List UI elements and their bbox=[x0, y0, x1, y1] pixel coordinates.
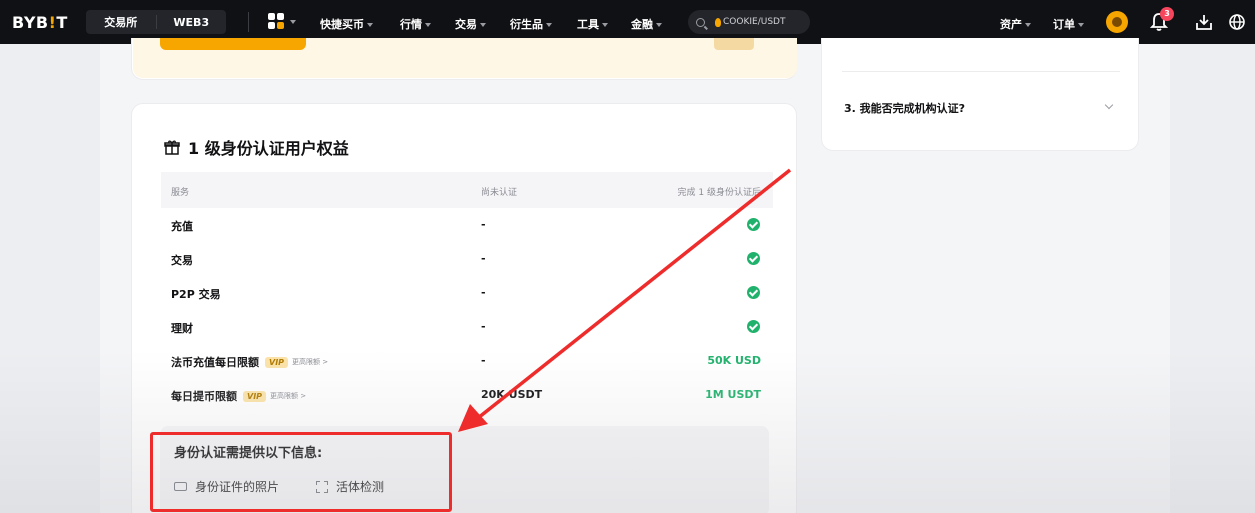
vip-badge: VIP bbox=[265, 356, 289, 368]
nav-tools-label: 工具 bbox=[577, 18, 599, 31]
row-service-cell: 每日提币限额 VIP 更高限额 > bbox=[171, 388, 306, 404]
nav-markets[interactable]: 行情 bbox=[400, 16, 431, 32]
table-row: 法币充值每日限额 VIP 更高限额 > - 50K USD bbox=[161, 344, 773, 378]
page-margin-right bbox=[1170, 44, 1255, 513]
annotation-highlight-box bbox=[150, 432, 452, 512]
row-verified: 50K USD bbox=[707, 354, 761, 367]
faq-divider bbox=[842, 71, 1120, 72]
tab-exchange[interactable]: 交易所 bbox=[86, 14, 156, 30]
row-unverified: - bbox=[481, 218, 486, 231]
download-icon[interactable] bbox=[1195, 13, 1213, 31]
table-row: P2P 交易 - bbox=[161, 276, 773, 310]
higher-limit-link[interactable]: 更高限额 > bbox=[270, 391, 306, 401]
search-icon bbox=[696, 17, 705, 27]
chevron-down-icon bbox=[546, 23, 552, 27]
header-unverified: 尚未认证 bbox=[481, 188, 518, 198]
search-bar[interactable] bbox=[688, 10, 810, 34]
benefits-table-header: 服务 尚未认证 完成 1 级身份认证后 bbox=[161, 172, 773, 208]
nav-derivatives[interactable]: 衍生品 bbox=[510, 16, 552, 32]
hot-flame-icon bbox=[715, 17, 721, 27]
tab-web3[interactable]: WEB3 bbox=[157, 16, 227, 29]
row-service: P2P 交易 bbox=[171, 288, 221, 301]
check-circle-icon bbox=[747, 320, 760, 333]
row-service: 充值 bbox=[171, 220, 193, 233]
row-service: 每日提币限额 bbox=[171, 390, 237, 403]
chevron-down-icon bbox=[425, 23, 431, 27]
chevron-down-icon bbox=[480, 23, 486, 27]
nav-divider bbox=[248, 12, 249, 32]
nav-trade-label: 交易 bbox=[455, 18, 477, 31]
chevron-down-icon bbox=[602, 23, 608, 27]
faq-card: 3. 我能否完成机构认证? bbox=[821, 38, 1139, 151]
row-unverified: - bbox=[481, 354, 486, 367]
previous-section-card bbox=[131, 38, 797, 80]
benefits-title-text: 1 级身份认证用户权益 bbox=[188, 139, 349, 158]
gift-icon bbox=[164, 140, 180, 155]
header-verified: 完成 1 级身份认证后 bbox=[677, 188, 761, 198]
apps-grid-icon[interactable] bbox=[268, 13, 286, 31]
bybit-logo[interactable]: BYB!T bbox=[12, 13, 68, 32]
higher-limit-link[interactable]: 更高限额 > bbox=[292, 357, 328, 367]
faq-question-3[interactable]: 3. 我能否完成机构认证? bbox=[844, 100, 965, 116]
check-circle-icon bbox=[747, 252, 760, 265]
page-margin-left bbox=[0, 44, 100, 513]
apps-caret-icon bbox=[290, 20, 296, 24]
nav-orders-label: 订单 bbox=[1053, 18, 1075, 31]
secondary-button[interactable] bbox=[714, 38, 754, 50]
nav-orders[interactable]: 订单 bbox=[1053, 16, 1084, 32]
check-circle-icon bbox=[747, 286, 760, 299]
nav-quick-buy-label: 快捷买币 bbox=[320, 18, 364, 31]
row-service: 法币充值每日限额 bbox=[171, 356, 259, 369]
exchange-web3-switch: 交易所 WEB3 bbox=[86, 10, 226, 34]
nav-trade[interactable]: 交易 bbox=[455, 16, 486, 32]
row-service: 交易 bbox=[171, 254, 193, 267]
nav-tools[interactable]: 工具 bbox=[577, 16, 608, 32]
chevron-down-icon bbox=[1078, 23, 1084, 27]
row-service-cell: 法币充值每日限额 VIP 更高限额 > bbox=[171, 354, 328, 370]
globe-icon[interactable] bbox=[1228, 13, 1246, 31]
vip-badge: VIP bbox=[243, 390, 267, 402]
nav-markets-label: 行情 bbox=[400, 18, 422, 31]
row-service: 理财 bbox=[171, 322, 193, 335]
chevron-down-icon[interactable] bbox=[1104, 100, 1114, 110]
nav-derivatives-label: 衍生品 bbox=[510, 18, 543, 31]
nav-finance[interactable]: 金融 bbox=[631, 16, 662, 32]
nav-assets[interactable]: 资产 bbox=[1000, 16, 1031, 32]
table-row: 交易 - bbox=[161, 242, 773, 276]
search-input[interactable] bbox=[723, 17, 803, 27]
nav-quick-buy[interactable]: 快捷买币 bbox=[320, 16, 373, 32]
nav-finance-label: 金融 bbox=[631, 18, 653, 31]
chevron-down-icon bbox=[1025, 23, 1031, 27]
row-unverified: - bbox=[481, 320, 486, 333]
table-row: 每日提币限额 VIP 更高限额 > 20K USDT 1M USDT bbox=[161, 378, 773, 412]
row-verified: 1M USDT bbox=[705, 388, 761, 401]
notification-badge: 3 bbox=[1160, 7, 1174, 21]
row-unverified: 20K USDT bbox=[481, 388, 543, 401]
check-circle-icon bbox=[747, 218, 760, 231]
row-unverified: - bbox=[481, 252, 486, 265]
benefits-title: 1 级身份认证用户权益 bbox=[164, 135, 349, 159]
header-service: 服务 bbox=[171, 188, 190, 198]
avatar[interactable] bbox=[1106, 11, 1128, 33]
table-row: 理财 - bbox=[161, 310, 773, 344]
nav-assets-label: 资产 bbox=[1000, 18, 1022, 31]
row-unverified: - bbox=[481, 286, 486, 299]
verify-now-button[interactable] bbox=[160, 38, 306, 50]
chevron-down-icon bbox=[656, 23, 662, 27]
chevron-down-icon bbox=[367, 23, 373, 27]
table-row: 充值 - bbox=[161, 208, 773, 242]
